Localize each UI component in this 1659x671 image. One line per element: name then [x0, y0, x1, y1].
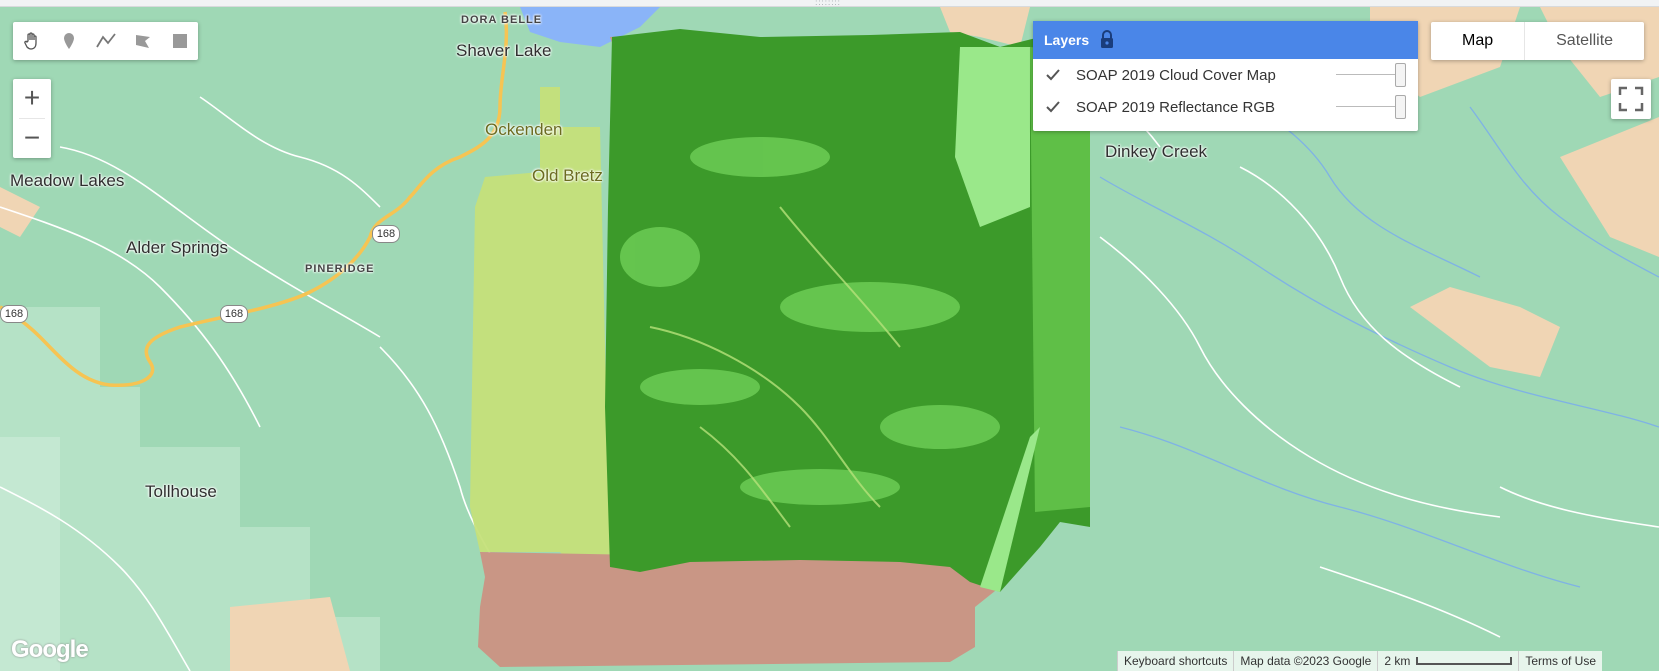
layers-title: Layers	[1044, 32, 1090, 48]
fullscreen-icon	[1618, 86, 1644, 112]
slider-thumb[interactable]	[1395, 95, 1406, 119]
fullscreen-button[interactable]	[1611, 79, 1651, 119]
layers-header: Layers	[1033, 21, 1418, 59]
layer-checkbox[interactable]	[1044, 98, 1062, 116]
zoom-out-button[interactable]: −	[13, 119, 51, 158]
hand-icon[interactable]	[13, 22, 50, 60]
polygon-icon[interactable]	[124, 22, 161, 60]
layer-opacity-slider[interactable]	[1336, 63, 1406, 87]
place-label-alder-springs: Alder Springs	[126, 238, 229, 257]
slider-track	[1336, 106, 1396, 107]
drawing-toolbar	[13, 22, 198, 60]
marker-icon[interactable]	[50, 22, 87, 60]
keyboard-shortcuts-link[interactable]: Keyboard shortcuts	[1117, 651, 1234, 671]
place-label-ockenden: Ockenden	[485, 120, 563, 139]
place-label-pineridge: PINERIDGE	[305, 263, 375, 275]
layer-label: SOAP 2019 Cloud Cover Map	[1076, 66, 1276, 84]
rectangle-icon[interactable]	[161, 22, 198, 60]
zoom-in-button[interactable]: +	[13, 79, 51, 118]
layer-row-reflectance-rgb: SOAP 2019 Reflectance RGB	[1033, 91, 1418, 123]
lock-icon[interactable]	[1099, 30, 1115, 50]
route-shield-168: 168	[0, 305, 28, 323]
place-label-old-bretz: Old Bretz	[532, 166, 603, 185]
map-type-satellite-button[interactable]: Satellite	[1525, 22, 1644, 60]
scale-control[interactable]: 2 km	[1377, 651, 1519, 671]
layer-checkbox[interactable]	[1044, 66, 1062, 84]
scale-bar	[1416, 657, 1513, 665]
place-label-meadow-lakes: Meadow Lakes	[10, 171, 125, 190]
place-label-dinkey-creek: Dinkey Creek	[1105, 142, 1208, 161]
polyline-icon[interactable]	[87, 22, 124, 60]
slider-thumb[interactable]	[1395, 63, 1406, 87]
map-footer: Keyboard shortcuts Map data ©2023 Google…	[1117, 651, 1603, 671]
layer-row-cloud-cover: SOAP 2019 Cloud Cover Map	[1033, 59, 1418, 91]
map-type-map-button[interactable]: Map	[1431, 22, 1526, 60]
panel-splitter-handle[interactable]: ::::::::	[802, 0, 854, 7]
slider-track	[1336, 74, 1396, 75]
zoom-control: + −	[13, 79, 51, 158]
terms-of-use-link[interactable]: Terms of Use	[1518, 651, 1603, 671]
layers-panel: Layers SOAP 2019 Cloud Cover Map SOAP 20…	[1033, 21, 1418, 131]
place-label-shaver-lake: Shaver Lake	[456, 41, 552, 60]
place-label-dora-belle: DORA BELLE	[461, 14, 543, 26]
google-logo: Google	[11, 636, 89, 663]
place-label-tollhouse: Tollhouse	[145, 482, 217, 501]
route-shield-168: 168	[220, 305, 248, 323]
layer-opacity-slider[interactable]	[1336, 95, 1406, 119]
route-shield-168: 168	[372, 225, 400, 243]
layer-label: SOAP 2019 Reflectance RGB	[1076, 98, 1275, 116]
map-type-control: Map Satellite	[1431, 22, 1645, 60]
scale-label: 2 km	[1384, 654, 1411, 668]
map-data-attribution: Map data ©2023 Google	[1233, 651, 1378, 671]
